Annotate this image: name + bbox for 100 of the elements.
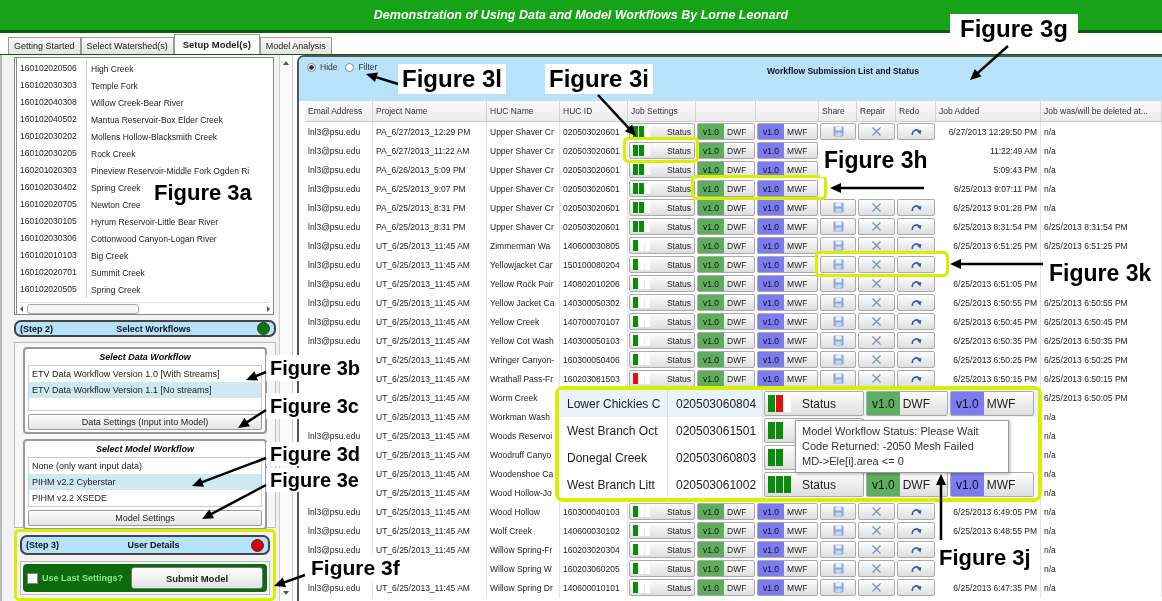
- share-button[interactable]: [820, 199, 856, 216]
- list-cell[interactable]: 160102010103: [17, 247, 87, 264]
- submit-button[interactable]: Submit Model: [131, 567, 263, 589]
- data-workflow-button[interactable]: v1.0 DWF: [697, 579, 755, 596]
- share-button[interactable]: [820, 579, 856, 596]
- repair-button[interactable]: [858, 123, 895, 140]
- status-button[interactable]: Status: [764, 472, 864, 497]
- status-button[interactable]: Status: [629, 503, 695, 520]
- repair-button[interactable]: [858, 313, 895, 330]
- model-workflow-button[interactable]: v1.0 MWF: [757, 180, 818, 197]
- model-workflow-button[interactable]: v1.0 MWF: [757, 123, 818, 140]
- data-workflow-button[interactable]: v1.0 DWF: [697, 180, 755, 197]
- redo-button[interactable]: [897, 332, 935, 349]
- settings-button[interactable]: Model Settings: [28, 510, 262, 526]
- status-button[interactable]: Status: [629, 199, 695, 216]
- status-button[interactable]: Status: [629, 579, 695, 596]
- list-cell[interactable]: 160102040502: [17, 111, 87, 128]
- radio-button[interactable]: Hide: [307, 62, 338, 72]
- list-cell[interactable]: 160102020701: [17, 264, 87, 281]
- settings-button[interactable]: Data Settings (Input into Model): [28, 414, 262, 430]
- share-button[interactable]: [820, 332, 856, 349]
- share-button[interactable]: [820, 294, 856, 311]
- status-button[interactable]: Status: [629, 256, 695, 273]
- share-button[interactable]: [820, 541, 856, 558]
- list-cell[interactable]: Spring Creek: [87, 182, 141, 193]
- data-workflow-button[interactable]: v1.0 DWF: [697, 503, 755, 520]
- share-button[interactable]: [820, 123, 856, 140]
- list-item[interactable]: ETV Data Workflow Version 1.0 [With Streams]: [29, 366, 261, 382]
- redo-button[interactable]: [897, 541, 935, 558]
- model-workflow-button[interactable]: v1.0 MWF: [757, 275, 818, 292]
- list-item[interactable]: ETV Data Workflow Version 1.1 [No streams]: [29, 382, 261, 398]
- list-cell[interactable]: Newton Cree: [87, 199, 141, 210]
- model-workflow-button[interactable]: v1.0 MWF: [757, 294, 818, 311]
- data-workflow-button[interactable]: v1.0 DWF: [697, 351, 755, 368]
- list-cell[interactable]: 160102030306: [17, 230, 87, 247]
- redo-button[interactable]: [897, 503, 935, 520]
- repair-button[interactable]: [858, 199, 895, 216]
- repair-button[interactable]: [858, 522, 895, 539]
- list-cell[interactable]: 160102040308: [17, 94, 87, 111]
- share-button[interactable]: [820, 256, 856, 273]
- repair-button[interactable]: [858, 560, 895, 577]
- list-item[interactable]: PIHM v2.2 XSEDE: [29, 490, 261, 506]
- list-cell[interactable]: Mollens Hollow-Blacksmith Creek: [87, 131, 218, 142]
- list-cell[interactable]: 160102020506: [17, 60, 87, 77]
- data-workflow-button[interactable]: v1.0 DWF: [866, 391, 948, 416]
- model-workflow-button[interactable]: v1.0 MWF: [757, 541, 818, 558]
- list-cell[interactable]: Pineview Reservoir-Middle Fork Ogden Ri: [87, 165, 250, 176]
- status-button[interactable]: Status: [629, 313, 695, 330]
- redo-button[interactable]: [897, 522, 935, 539]
- redo-button[interactable]: [897, 256, 935, 273]
- status-button[interactable]: Status: [629, 218, 695, 235]
- tab[interactable]: Select Watershed(s): [80, 37, 174, 54]
- model-workflow-button[interactable]: v1.0 MWF: [757, 560, 818, 577]
- model-workflow-button[interactable]: v1.0 MWF: [757, 503, 818, 520]
- data-workflow-button[interactable]: v1.0 DWF: [697, 237, 755, 254]
- status-button[interactable]: Status: [629, 142, 695, 159]
- redo-button[interactable]: [897, 218, 935, 235]
- data-workflow-button[interactable]: v1.0 DWF: [697, 275, 755, 292]
- repair-button[interactable]: [858, 294, 895, 311]
- status-button[interactable]: Status: [629, 275, 695, 292]
- model-workflow-button[interactable]: v1.0 MWF: [757, 332, 818, 349]
- share-button[interactable]: [820, 522, 856, 539]
- model-workflow-button[interactable]: v1.0 MWF: [757, 351, 818, 368]
- model-workflow-button[interactable]: v1.0 MWF: [757, 256, 818, 273]
- horizontal-scrollbar[interactable]: [20, 302, 270, 314]
- model-workflow-button[interactable]: v1.0 MWF: [757, 579, 818, 596]
- list-cell[interactable]: 160102030202: [17, 128, 87, 145]
- tab[interactable]: Setup Model(s): [173, 34, 260, 54]
- list-cell[interactable]: 160201020303: [17, 162, 87, 179]
- model-workflow-button[interactable]: v1.0 MWF: [757, 522, 818, 539]
- data-workflow-button[interactable]: v1.0 DWF: [697, 123, 755, 140]
- status-button[interactable]: Status: [629, 180, 695, 197]
- share-button[interactable]: [820, 503, 856, 520]
- tab[interactable]: Model Analysis: [259, 37, 332, 54]
- list-cell[interactable]: Summit Creek: [87, 267, 145, 278]
- status-button[interactable]: Status: [629, 560, 695, 577]
- share-button[interactable]: [820, 351, 856, 368]
- data-workflow-button[interactable]: v1.0 DWF: [697, 522, 755, 539]
- list-cell[interactable]: 160102030205: [17, 145, 87, 162]
- list-cell[interactable]: 160102030402: [17, 179, 87, 196]
- status-button[interactable]: Status: [764, 391, 864, 416]
- list-cell[interactable]: Temple Fork: [87, 80, 138, 91]
- data-workflow-button[interactable]: v1.0 DWF: [697, 313, 755, 330]
- model-workflow-button[interactable]: v1.0 MWF: [757, 313, 818, 330]
- redo-button[interactable]: [897, 294, 935, 311]
- redo-button[interactable]: [897, 351, 935, 368]
- redo-button[interactable]: [897, 579, 935, 596]
- share-button[interactable]: [820, 560, 856, 577]
- checkbox[interactable]: Use Last Settings?: [27, 572, 124, 584]
- repair-button[interactable]: [858, 351, 895, 368]
- data-workflow-button[interactable]: v1.0 DWF: [697, 256, 755, 273]
- list-item[interactable]: None (only want input data): [29, 458, 261, 474]
- data-workflow-button[interactable]: v1.0 DWF: [697, 332, 755, 349]
- redo-button[interactable]: [897, 560, 935, 577]
- model-workflow-button[interactable]: v1.0 MWF: [757, 237, 818, 254]
- list-cell[interactable]: Rock Creek: [87, 148, 136, 159]
- list-cell[interactable]: 160102030303: [17, 77, 87, 94]
- list-item[interactable]: PIHM v2.2 Cyberstar: [29, 474, 261, 490]
- data-workflow-button[interactable]: v1.0 DWF: [697, 218, 755, 235]
- redo-button[interactable]: [897, 313, 935, 330]
